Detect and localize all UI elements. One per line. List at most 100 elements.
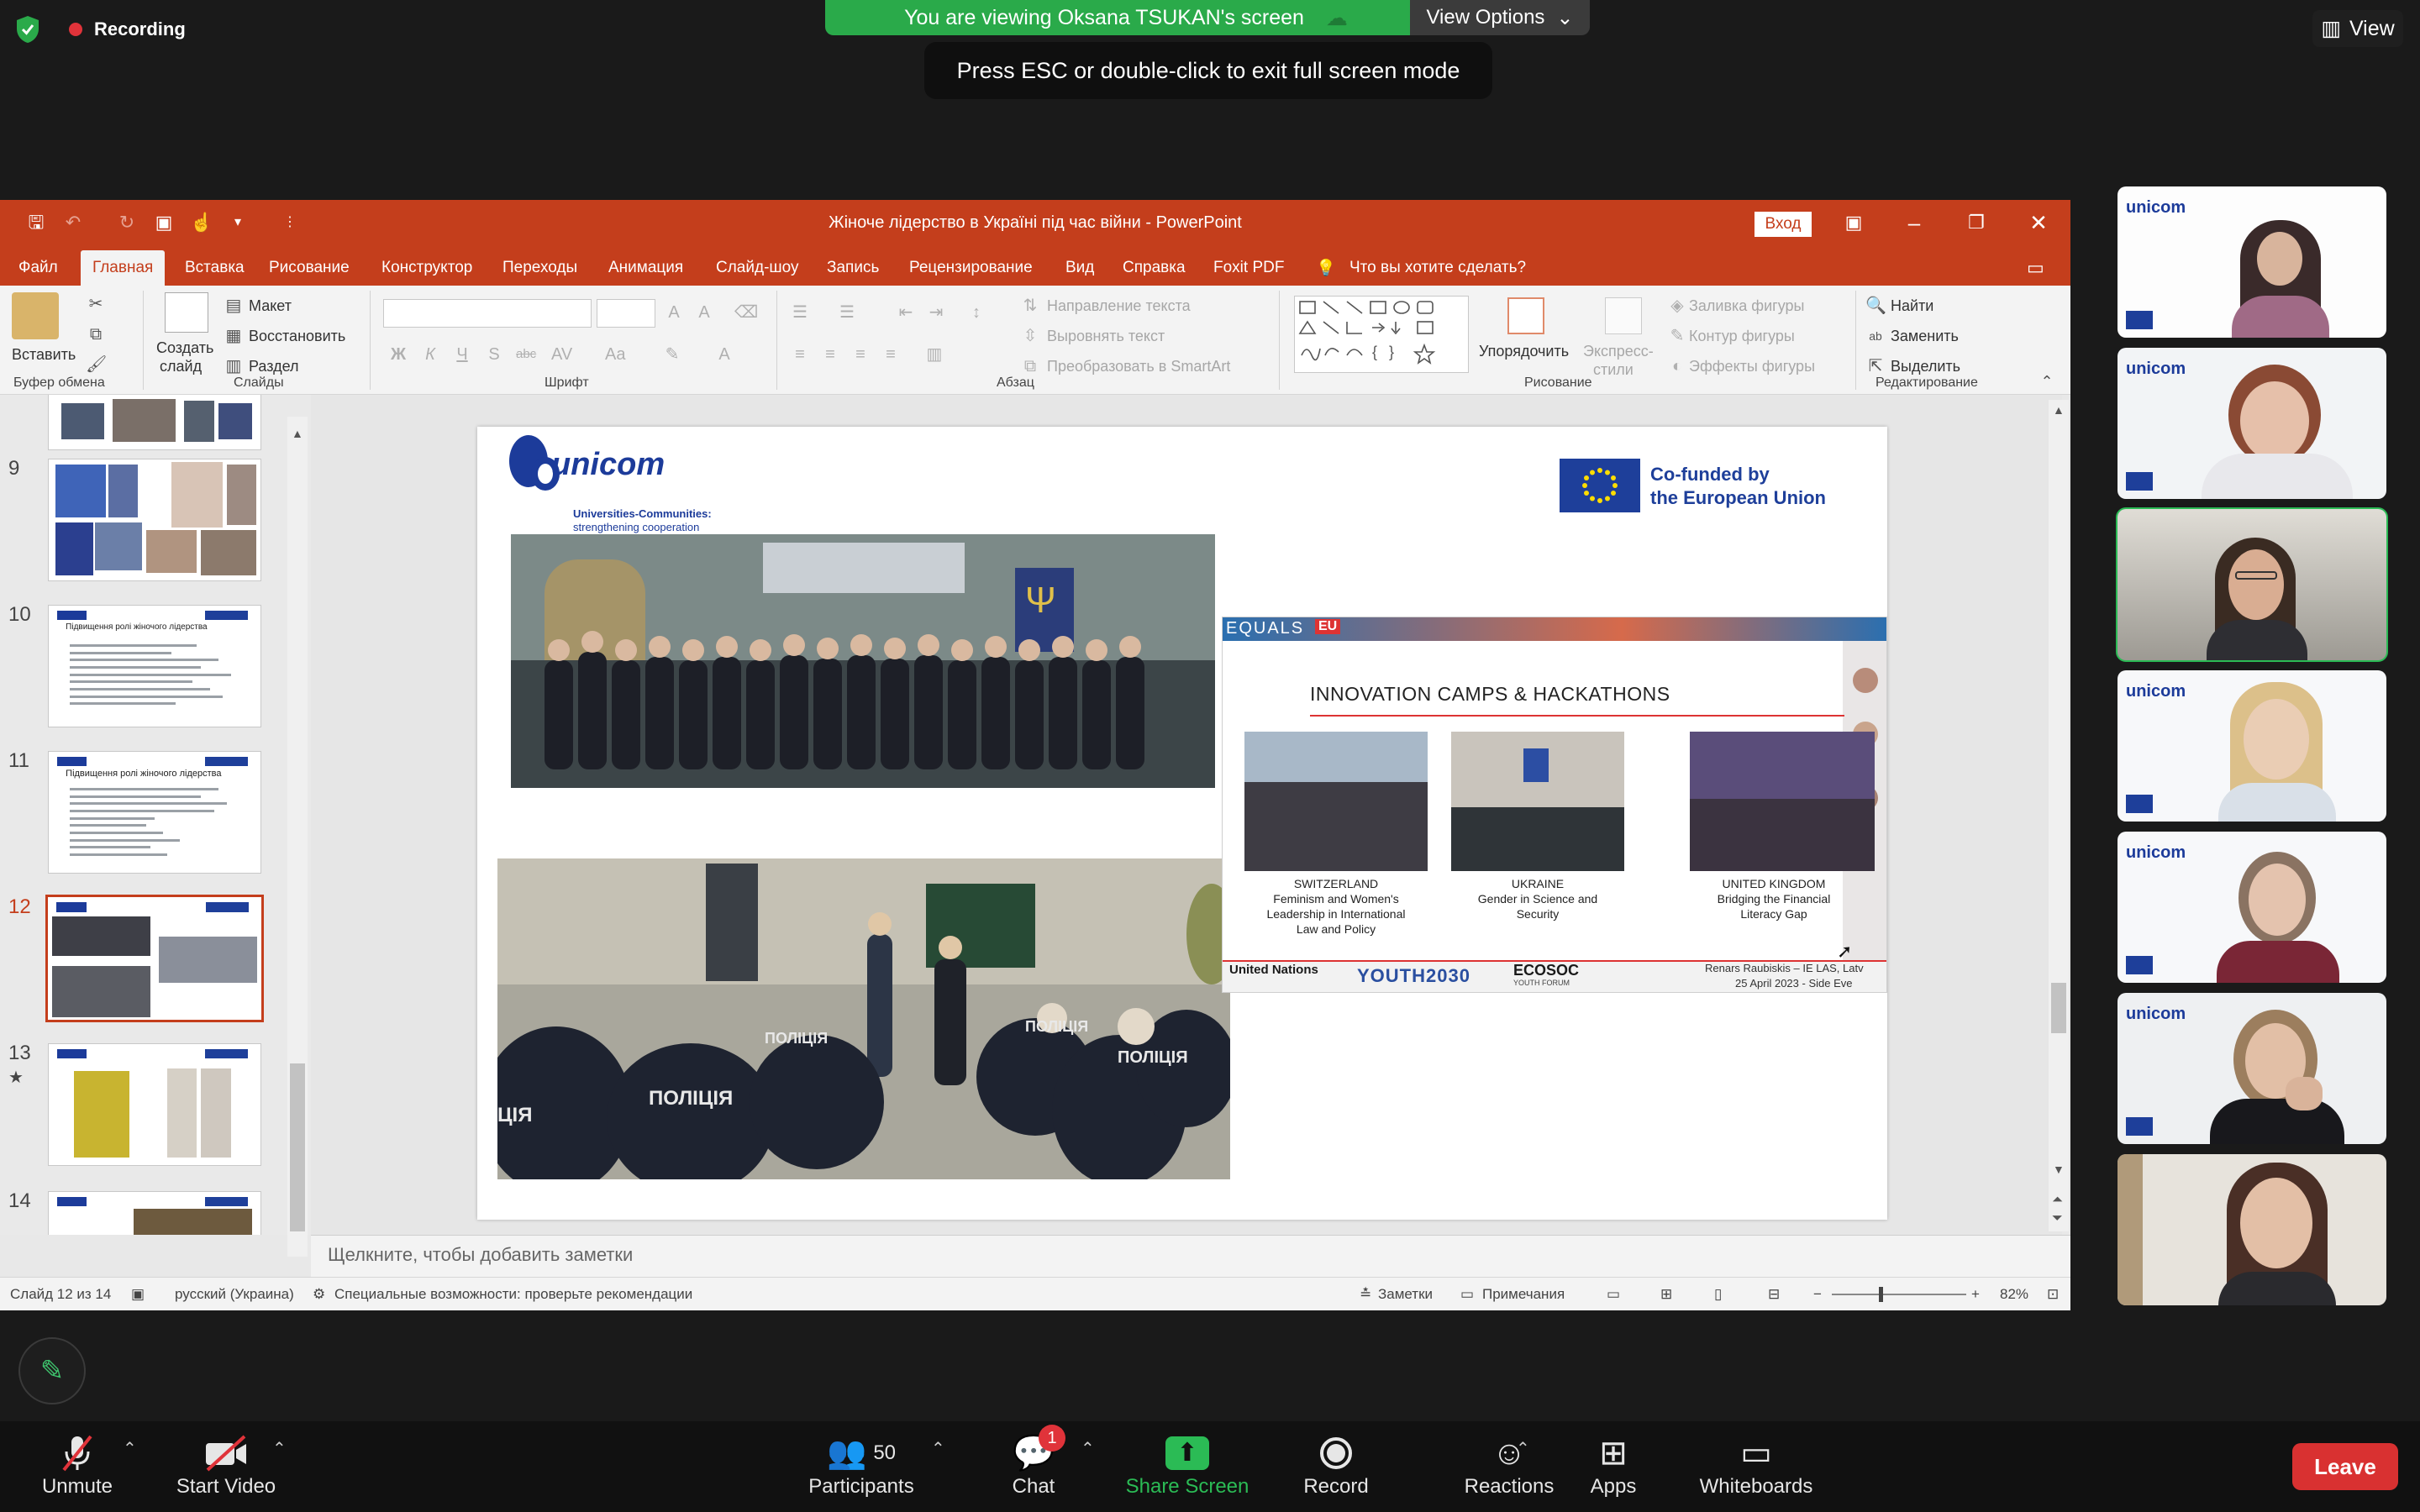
replace-button[interactable]: Заменить <box>1891 328 1959 345</box>
layout-icon[interactable]: ▤ <box>224 296 244 316</box>
slideshow-view-icon[interactable]: ⊟ <box>1768 1286 1780 1303</box>
font-name-input[interactable] <box>383 299 592 328</box>
slide-sorter-icon[interactable]: ⊞ <box>1660 1286 1672 1303</box>
audio-options-caret-icon[interactable]: ⌃ <box>123 1438 137 1459</box>
tab-foxit[interactable]: Foxit PDF <box>1202 250 1296 286</box>
select-button[interactable]: Выделить <box>1891 358 1960 375</box>
participants-caret-icon[interactable]: ⌃ <box>931 1438 945 1459</box>
zoom-slider[interactable] <box>1832 1287 1966 1302</box>
record-button[interactable]: Record <box>1302 1428 1370 1505</box>
section-button[interactable]: Раздел <box>249 358 299 375</box>
new-slide-label-1[interactable]: Создать <box>156 339 213 357</box>
tab-insert[interactable]: Вставка <box>173 250 256 286</box>
language-indicator[interactable]: русский (Украина) <box>175 1286 294 1303</box>
arrange-icon[interactable] <box>1507 297 1544 334</box>
participant-tile-active-speaker[interactable] <box>2116 507 2388 662</box>
scroll-down-icon[interactable]: ▼ <box>2053 1163 2065 1176</box>
ribbon-display-icon[interactable]: ▣ <box>1832 207 1876 239</box>
strikethrough-icon[interactable]: abc <box>516 344 536 365</box>
tab-file[interactable]: Файл <box>7 250 70 286</box>
zoom-in-icon[interactable]: + <box>1971 1286 1980 1303</box>
participant-tile-6[interactable]: unicom <box>2118 993 2386 1144</box>
italic-icon[interactable]: К <box>420 344 440 365</box>
bullets-icon[interactable]: ☰ <box>790 302 810 323</box>
security-shield-icon[interactable] <box>15 15 40 44</box>
tab-help[interactable]: Справка <box>1111 250 1197 286</box>
normal-view-icon[interactable]: ▭ <box>1607 1286 1620 1303</box>
notes-toggle[interactable]: Заметки <box>1378 1286 1433 1303</box>
chat-caret-icon[interactable]: ⌃ <box>1081 1438 1095 1459</box>
accessibility-status[interactable]: Специальные возможности: проверьте реком… <box>334 1286 692 1303</box>
comments-toggle-icon[interactable]: ▭ <box>1460 1286 1474 1303</box>
align-text-button[interactable]: Выровнять текст <box>1047 328 1165 345</box>
zoom-slider-thumb[interactable] <box>1879 1287 1883 1302</box>
quick-styles-label-2[interactable]: стили <box>1593 361 1634 379</box>
replace-icon[interactable]: ab <box>1865 326 1886 346</box>
slide-scroll-thumb[interactable] <box>2051 983 2066 1033</box>
current-slide[interactable]: unicom Universities-Communities: strengt… <box>477 427 1887 1220</box>
paste-icon[interactable] <box>12 292 59 339</box>
zoom-level[interactable]: 82% <box>2000 1286 2028 1303</box>
scroll-up-icon[interactable]: ▲ <box>292 427 303 440</box>
text-direction-button[interactable]: Направление текста <box>1047 297 1191 315</box>
participant-tile-5[interactable]: unicom <box>2118 832 2386 983</box>
layout-button[interactable]: Макет <box>249 297 292 315</box>
tab-record[interactable]: Запись <box>815 250 891 286</box>
collapse-ribbon-icon[interactable]: ⌃ <box>2037 371 2057 391</box>
slide-scrollbar[interactable]: ▲ ▼ ⏶ ⏷ <box>2049 400 2069 1231</box>
slide-thumbnail-11[interactable]: Підвищення ролі жіночого лідерства <box>48 751 261 874</box>
line-spacing-icon[interactable]: ↕ <box>966 302 986 323</box>
notes-placeholder[interactable]: Щелкните, чтобы добавить заметки <box>328 1244 633 1265</box>
font-size-input[interactable] <box>597 299 655 328</box>
slide-thumbnails-pane[interactable]: 9 10 Підвищення ролі жіночого лідерства … <box>0 395 311 1235</box>
increase-font-icon[interactable]: A <box>664 302 684 323</box>
smartart-button[interactable]: Преобразовать в SmartArt <box>1047 358 1230 375</box>
reactions-caret-icon[interactable]: ⌃ <box>1516 1438 1530 1459</box>
shadow-icon[interactable]: S <box>484 344 504 365</box>
new-slide-label-2[interactable]: слайд <box>160 358 202 375</box>
notes-toggle-icon[interactable]: ≛ <box>1360 1286 1371 1303</box>
zoom-out-icon[interactable]: − <box>1813 1286 1822 1303</box>
shape-fill-icon[interactable]: ◈ <box>1667 296 1687 316</box>
find-icon[interactable]: 🔍 <box>1865 296 1886 316</box>
shape-effects-button[interactable]: Эффекты фигуры <box>1689 358 1815 375</box>
decrease-indent-icon[interactable]: ⇤ <box>896 302 916 323</box>
find-button[interactable]: Найти <box>1891 297 1933 315</box>
change-case-icon[interactable]: Aa <box>605 344 625 365</box>
tab-transitions[interactable]: Переходы <box>491 250 589 286</box>
photo-police-group[interactable]: Ψ <box>511 534 1215 788</box>
align-left-icon[interactable]: ≡ <box>790 344 810 365</box>
quick-styles-label-1[interactable]: Экспресс- <box>1583 343 1654 360</box>
reactions-button[interactable]: ☺ Reactions <box>1462 1428 1556 1505</box>
participants-button[interactable]: 👥 50 Participants <box>800 1428 923 1505</box>
unmute-button[interactable]: Unmute <box>37 1428 118 1505</box>
photo-classroom[interactable]: ПОЛІЦІЯ ЦІЯ ПОЛІЦІЯ ПОЛІЦІЯ ПОЛІЦІЯ <box>497 858 1230 1179</box>
slide-thumbnail-10[interactable]: Підвищення ролі жіночого лідерства <box>48 605 261 727</box>
video-options-caret-icon[interactable]: ⌃ <box>272 1438 287 1459</box>
clear-format-icon[interactable]: ⌫ <box>734 302 758 323</box>
shape-outline-button[interactable]: Контур фигуры <box>1689 328 1795 345</box>
char-spacing-icon[interactable]: AV <box>551 344 572 365</box>
highlight-icon[interactable]: ✎ <box>662 344 682 365</box>
bold-icon[interactable]: Ж <box>388 344 408 365</box>
recording-indicator[interactable]: Recording <box>15 15 186 44</box>
slide-thumbnail-9[interactable] <box>48 459 261 581</box>
shapes-gallery[interactable]: {} <box>1294 296 1469 373</box>
signin-button[interactable]: Вход <box>1754 212 1812 237</box>
reset-icon[interactable]: ▦ <box>224 326 244 346</box>
arrange-button[interactable]: Упорядочить <box>1479 343 1569 360</box>
annotate-pencil-button[interactable]: ✎ <box>18 1337 86 1404</box>
format-painter-icon[interactable]: 🖌 <box>86 354 107 375</box>
tab-slideshow[interactable]: Слайд-шоу <box>704 250 811 286</box>
align-text-icon[interactable]: ⇳ <box>1020 326 1040 346</box>
slide-thumbnail-12-selected[interactable] <box>45 895 264 1022</box>
minimize-icon[interactable]: – <box>1892 207 1936 239</box>
decrease-font-icon[interactable]: A <box>694 302 714 323</box>
underline-icon[interactable]: Ч <box>452 344 472 365</box>
font-color-icon[interactable]: A <box>714 344 734 365</box>
comments-icon[interactable]: ▭ <box>2015 250 2056 286</box>
spellcheck-icon[interactable]: ▣ <box>131 1286 145 1303</box>
accessibility-icon[interactable]: ⚙ <box>313 1286 325 1303</box>
increase-indent-icon[interactable]: ⇥ <box>926 302 946 323</box>
thumbnail-scroll-thumb[interactable] <box>290 1063 305 1231</box>
